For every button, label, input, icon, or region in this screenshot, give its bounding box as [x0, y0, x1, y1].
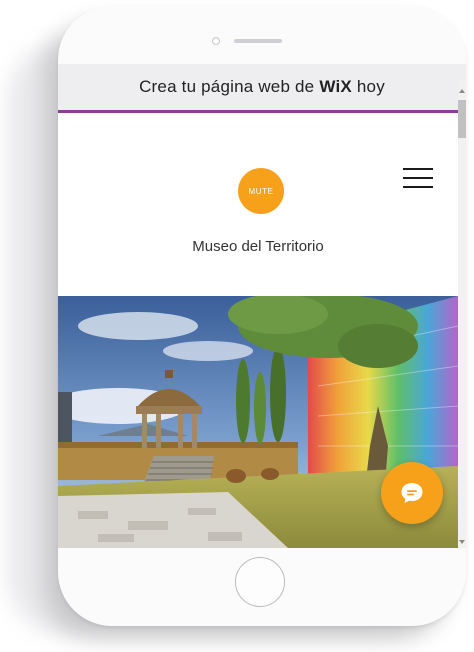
logo-text: MUTE — [248, 186, 274, 196]
phone-screen: Crea tu página web de WiX hoy MUTE Museo… — [58, 64, 466, 548]
site-title: Museo del Territorio — [192, 238, 324, 255]
scrollbar[interactable] — [458, 80, 466, 548]
scroll-down-icon[interactable] — [459, 540, 465, 544]
site-logo[interactable]: MUTE — [238, 168, 284, 214]
camera-icon — [212, 37, 220, 45]
scroll-up-icon[interactable] — [459, 89, 465, 93]
wix-promo-banner[interactable]: Crea tu página web de WiX hoy — [58, 64, 466, 113]
chat-bubble-icon — [401, 483, 423, 503]
banner-text-before: Crea tu página web de — [139, 77, 315, 96]
hamburger-menu-icon[interactable] — [403, 166, 433, 190]
phone-mockup: Crea tu página web de WiX hoy MUTE Museo… — [58, 6, 466, 626]
wix-logo: WiX — [319, 77, 352, 96]
scroll-thumb[interactable] — [458, 100, 466, 138]
banner-text-after: hoy — [356, 77, 385, 96]
speaker-icon — [234, 39, 282, 43]
home-button[interactable] — [235, 557, 285, 607]
chat-button[interactable] — [381, 462, 443, 524]
